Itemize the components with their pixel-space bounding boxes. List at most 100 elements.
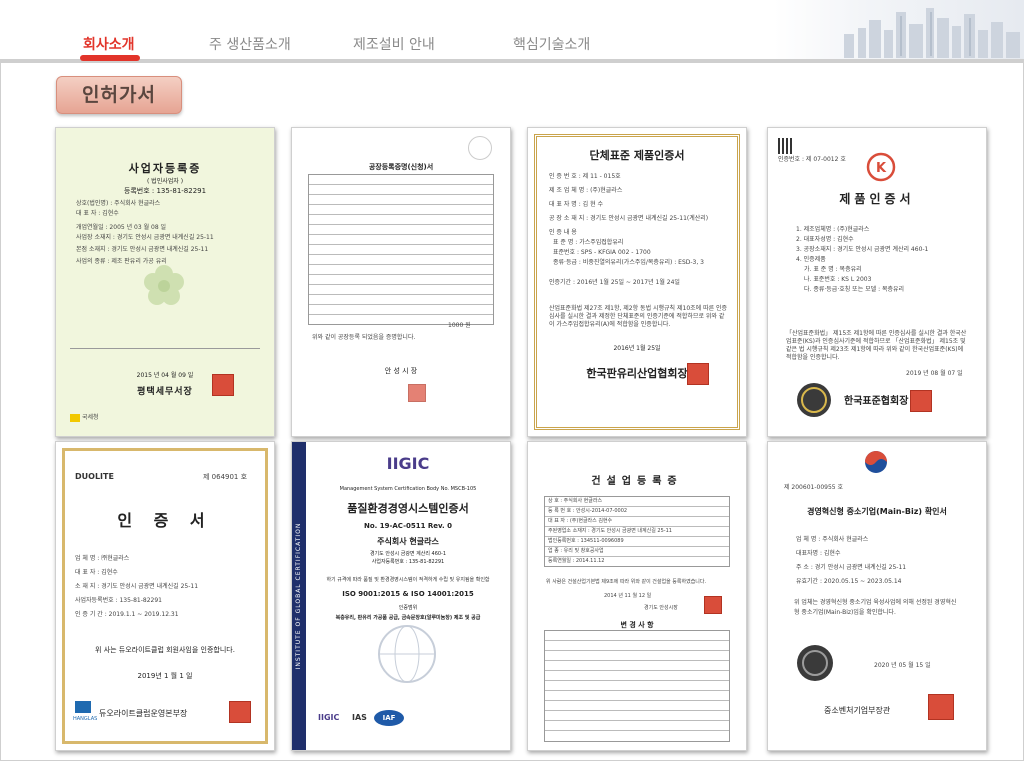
nav-item-company[interactable]: 회사소개 bbox=[83, 34, 135, 54]
certificate-title: 제품인증서 bbox=[839, 192, 915, 206]
certificate-line: 주된영업소 소재지 : 경기도 안성시 금광면 내계신길 25-11 bbox=[548, 528, 672, 534]
certificate-iso-management[interactable]: INSTITUTE OF GLOBAL CERTIFICATION IIGIC … bbox=[291, 441, 511, 751]
certificate-line: 종류·등급 : 비중진열의유리(가스주입/복층유리) : ESD-3, 3 bbox=[553, 259, 704, 266]
active-tab-indicator bbox=[80, 55, 140, 61]
certificate-body: 위 사람은 건설산업기본법 제9조에 따라 위와 같이 건설업을 등록하였습니다… bbox=[546, 579, 707, 585]
certificate-issuer: 중소벤처기업부장관 bbox=[824, 706, 891, 715]
ks-mark-icon: K bbox=[866, 152, 896, 182]
certificate-ks-product[interactable]: 인증번호 : 제 07-0012 호 K 제품인증서 1. 제조업체명 : (주… bbox=[767, 127, 987, 437]
certificate-line: 소 재 지 : 경기도 안성시 금광면 내계신길 25-11 bbox=[75, 583, 199, 590]
certificate-issuer: 듀오라이트클럽운영본부장 bbox=[99, 709, 188, 718]
certificate-body: 「산업표준화법」 제15조 제1항에 따른 인증심사를 실시한 결과 한국산업표… bbox=[786, 330, 967, 361]
official-seal-icon bbox=[910, 390, 932, 412]
certificate-main-biz[interactable]: 제 200601-00955 호 경영혁신형 중소기업(Main-Biz) 확인… bbox=[767, 441, 987, 751]
certificate-line: 3. 공장소재지 : 경기도 안성시 금광면 계산리 460-1 bbox=[796, 246, 929, 253]
certificate-line: 가. 표 준 명 : 복층유리 bbox=[804, 266, 862, 273]
certificate-line: 대 표 자 : 김현수 bbox=[75, 569, 118, 576]
certificate-body: 위 사는 듀오라이트클럽 회원사임을 인증합니다. bbox=[95, 646, 235, 654]
certificate-date: 2020 년 05 월 15 일 bbox=[874, 662, 931, 669]
city-skyline-image bbox=[774, 0, 1024, 60]
certificate-title: 건설업등록증 bbox=[591, 476, 683, 487]
certificate-body: 산업표준화법 제27조 제1항, 제2항 동법 시행규칙 제10조에 따른 인증… bbox=[549, 305, 728, 328]
certificate-line: 등록연월일 : 2014.11.12 bbox=[548, 558, 605, 564]
gold-seal-icon bbox=[797, 645, 833, 681]
certificate-scope: 복층유리, 판유리 가공품 공급, 금속문창호(알루미늄창) 제조 및 공급 bbox=[335, 615, 481, 621]
qr-code-icon bbox=[778, 138, 794, 154]
header-divider bbox=[0, 59, 1024, 63]
certificate-line: 등 록 번 호 : 안성시-2014-07-0002 bbox=[548, 508, 628, 514]
change-table-title: 변 경 사 항 bbox=[620, 621, 654, 629]
certificate-line: 업 체 명 : ㈜현글라스 bbox=[75, 555, 130, 562]
certificate-title: 단체표준 제품인증서 bbox=[589, 149, 685, 162]
certificate-line: 나. 표준번호 : KS L 2003 bbox=[804, 276, 872, 283]
certificate-group-standard[interactable]: 단체표준 제품인증서 인 증 번 호 : 제 11 - 015호 제 조 업 체… bbox=[527, 127, 747, 437]
certificate-line: 상호(법인명) : 주식회사 현글라스 bbox=[76, 200, 161, 207]
certificate-duolite-membership[interactable]: DUOLITE 제 064901 호 인 증 서 업 체 명 : ㈜현글라스 대… bbox=[55, 441, 275, 751]
divider-line bbox=[70, 348, 260, 349]
stamp-icon bbox=[468, 136, 492, 160]
certificate-line: 개업연월일 : 2005 년 03 월 08 일 bbox=[76, 224, 167, 231]
certificate-issuer: 안 성 시 장 bbox=[384, 367, 418, 375]
iaf-logo-icon: IAF bbox=[374, 710, 404, 726]
certificate-issuer: 경기도 안성시장 bbox=[644, 605, 678, 611]
certificate-document: 건설업등록증 상 호 : 주식회사 현글라스 등 록 번 호 : 안성시-201… bbox=[534, 448, 740, 744]
section-title: 인허가서 bbox=[82, 84, 156, 106]
ias-logo-icon: IAS bbox=[352, 713, 367, 722]
nav-item-products[interactable]: 주 생산품소개 bbox=[209, 34, 291, 54]
certificate-line: 다. 종류·등급·호칭 또는 모델 : 복층유리 bbox=[804, 286, 905, 293]
certificate-title: 사업자등록증 bbox=[128, 162, 202, 175]
svg-text:K: K bbox=[876, 161, 887, 176]
certificate-document: 공장등록증명(신청)서 1000 원 위와 같이 공장등록 되었음을 증명합니다… bbox=[298, 134, 504, 430]
certificate-line: 사업자등록번호 : 135-81-82291 bbox=[75, 597, 162, 604]
certificate-line: 인 증 기 간 : 2019.1.1 ~ 2019.12.31 bbox=[75, 611, 179, 618]
certificate-line: 4. 인증제품 bbox=[796, 256, 826, 263]
certificate-issuer: 한국표준협회장 bbox=[844, 396, 909, 407]
certificate-document: 단체표준 제품인증서 인 증 번 호 : 제 11 - 015호 제 조 업 체… bbox=[534, 134, 740, 430]
certificate-body: 위 업체는 경영혁신형 중소기업 육성사업에 의해 선정된 경영혁신형 중소기업… bbox=[794, 599, 957, 616]
certificate-line: 사업자등록번호 : 135-81-82291 bbox=[371, 559, 445, 565]
certificate-line: 업 체 명 : 주식회사 현글라스 bbox=[796, 536, 869, 543]
certificate-line: 제 조 업 체 명 : (주)현글라스 bbox=[549, 187, 623, 194]
gold-seal-icon bbox=[797, 383, 831, 417]
certificate-subtitle: ( 법인사업자 ) bbox=[146, 178, 184, 185]
certificate-line: 표준번호 : SPS - KFGIA 002 - 1700 bbox=[553, 249, 651, 256]
certificate-line: 인 증 내 용 bbox=[549, 229, 577, 236]
certificate-number: 인증번호 : 제 07-0012 호 bbox=[778, 156, 846, 163]
certificate-document: DUOLITE 제 064901 호 인 증 서 업 체 명 : ㈜현글라스 대… bbox=[62, 448, 268, 744]
header: 회사소개 주 생산품소개 제조설비 안내 핵심기술소개 bbox=[0, 0, 1024, 63]
iso-standard: ISO 9001:2015 & ISO 14001:2015 bbox=[342, 590, 474, 598]
certificate-line: 대 표 자 : 김현수 bbox=[76, 210, 119, 217]
certificate-line: 주 소 : 경기 안성시 금광면 내계신길 25-11 bbox=[796, 564, 907, 571]
iigic-logo-icon: IIGIC bbox=[386, 454, 430, 473]
nav-item-facilities[interactable]: 제조설비 안내 bbox=[353, 34, 435, 54]
certificate-line: 법인등록번호 : 134511-0096089 bbox=[548, 538, 624, 544]
certificate-line: 표 준 명 : 가스주입접합유리 bbox=[553, 239, 624, 246]
certificate-factory-registration[interactable]: 공장등록증명(신청)서 1000 원 위와 같이 공장등록 되었음을 증명합니다… bbox=[291, 127, 511, 437]
change-table bbox=[544, 630, 730, 742]
certificate-header: Management System Certification Body No.… bbox=[339, 486, 477, 492]
certificate-issuer: 평택세무서장 bbox=[137, 387, 193, 397]
fee-amount: 1000 원 bbox=[448, 322, 471, 329]
flower-emblem-icon bbox=[144, 265, 184, 305]
hanglas-logo-icon bbox=[75, 701, 91, 713]
certificate-line: 1. 제조업체명 : (주)현글라스 bbox=[796, 226, 870, 233]
certificate-line: 2. 대표자성명 : 김현수 bbox=[796, 236, 854, 243]
certificate-line: 대 표 자 : (주)현글라스 김현수 bbox=[548, 518, 613, 524]
certificate-line: 상 호 : 주식회사 현글라스 bbox=[548, 498, 603, 504]
side-band-text: INSTITUTE OF GLOBAL CERTIFICATION bbox=[295, 522, 302, 670]
certificate-document: 사업자등록증 ( 법인사업자 ) 등록번호 : 135-81-82291 상호(… bbox=[62, 134, 268, 430]
certificate-date: 2016년 1월 25일 bbox=[613, 345, 661, 352]
certificate-document: IIGIC Management System Certification Bo… bbox=[312, 448, 504, 744]
certificate-line: 인 증 번 호 : 제 11 - 015호 bbox=[549, 173, 621, 180]
certificate-construction-registration[interactable]: 건설업등록증 상 호 : 주식회사 현글라스 등 록 번 호 : 안성시-201… bbox=[527, 441, 747, 751]
certificate-line: 본점 소재지 : 경기도 안성시 금광면 내계신길 25-11 bbox=[76, 246, 209, 253]
section-title-tab: 인허가서 bbox=[56, 76, 182, 114]
certificate-line: 인증기간 : 2016년 1월 25일 ~ 2017년 1월 24일 bbox=[549, 279, 680, 286]
logo-label: HANGLAS bbox=[73, 716, 98, 722]
certificate-line: 대 표 자 명 : 김 현 수 bbox=[549, 201, 604, 208]
certificate-line: 업 종 : 유리 및 창호공사업 bbox=[548, 548, 604, 554]
certificate-line: 사업장 소재지 : 경기도 안성시 금광면 내계신길 25-11 bbox=[76, 234, 214, 241]
nav-item-technology[interactable]: 핵심기술소개 bbox=[513, 34, 590, 54]
certificate-number: No. 19-AC-0511 Rev. 0 bbox=[363, 522, 453, 530]
certificate-business-registration[interactable]: 사업자등록증 ( 법인사업자 ) 등록번호 : 135-81-82291 상호(… bbox=[55, 127, 275, 437]
